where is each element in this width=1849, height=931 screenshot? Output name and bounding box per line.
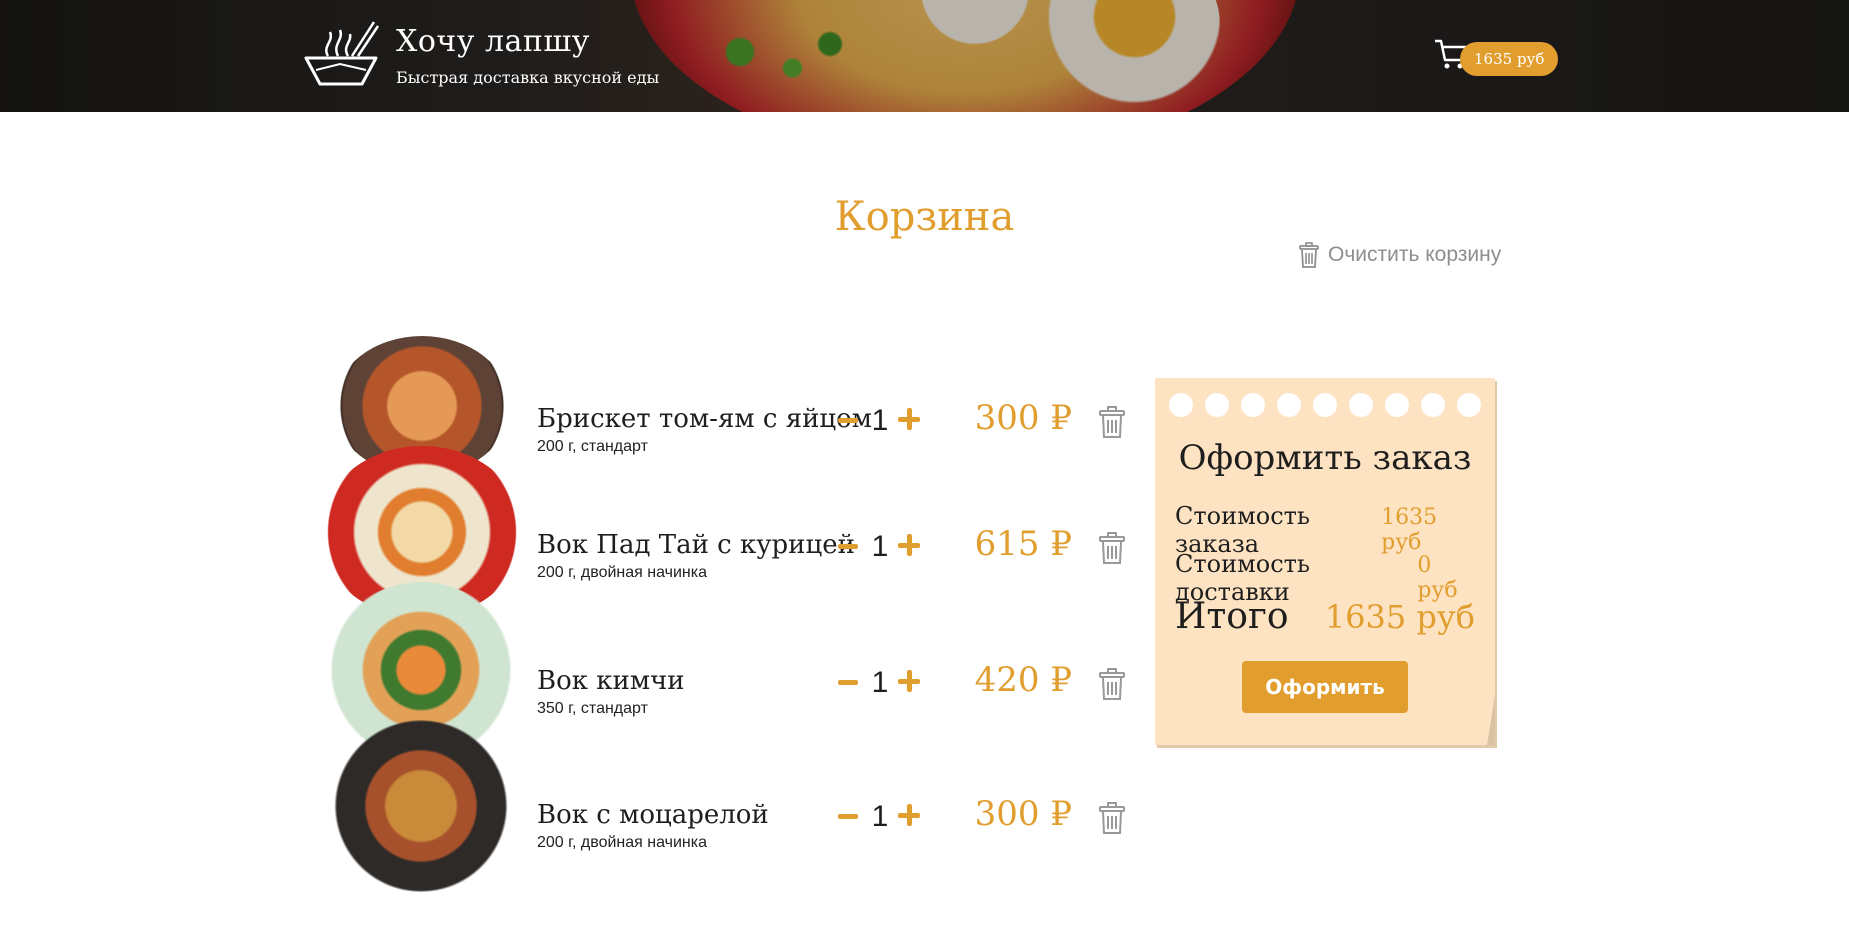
clear-cart-button[interactable]: Очистить корзину <box>1298 242 1501 268</box>
decrease-quantity-button[interactable] <box>838 544 858 549</box>
trash-icon[interactable] <box>1098 406 1126 438</box>
dish-photo <box>332 720 510 892</box>
order-cost-value: 1635 руб <box>1381 505 1438 555</box>
trash-icon[interactable] <box>1098 802 1126 834</box>
item-description: 200 г, двойная начинка <box>537 834 707 851</box>
item-quantity: 1 <box>871 530 889 563</box>
order-total-label: Итого <box>1175 596 1289 637</box>
brand-subtitle: Быстрая доставка вкусной еды <box>396 68 660 87</box>
trash-icon[interactable] <box>1098 532 1126 564</box>
trash-icon[interactable] <box>1098 668 1126 700</box>
item-name: Вок Пад Тай с курицей <box>537 530 855 560</box>
item-name: Вок с моцарелой <box>537 800 769 830</box>
cart-item: Вок Пад Тай с курицей 200 г, двойная нач… <box>320 446 1132 618</box>
increase-quantity-button[interactable] <box>898 408 920 430</box>
cart-item: Брискет том-ям с яйцом 200 г, стандарт 1… <box>322 336 1132 476</box>
order-total-row: Итого 1635 руб <box>1175 596 1475 637</box>
item-description: 200 г, стандарт <box>537 438 648 455</box>
checkout-button[interactable]: Оформить <box>1242 661 1408 713</box>
item-description: 200 г, двойная начинка <box>537 564 707 581</box>
increase-quantity-button[interactable] <box>898 534 920 556</box>
page-title: Корзина <box>834 194 1015 240</box>
item-quantity: 1 <box>871 666 889 699</box>
item-price: 300 ₽ <box>974 794 1072 834</box>
item-price: 420 ₽ <box>974 660 1072 700</box>
item-price: 300 ₽ <box>974 398 1072 438</box>
item-quantity: 1 <box>871 800 889 833</box>
noodle-bowl-icon[interactable] <box>302 20 380 88</box>
item-quantity: 1 <box>871 404 889 437</box>
increase-quantity-button[interactable] <box>898 804 920 826</box>
decrease-quantity-button[interactable] <box>838 814 858 819</box>
order-title: Оформить заказ <box>1178 438 1472 478</box>
cart-total-badge[interactable]: 1635 руб <box>1460 42 1559 76</box>
cart-item: Вок с моцарелой 200 г, двойная начинка 1… <box>322 720 1132 892</box>
brand-title[interactable]: Хочу лапшу <box>396 24 590 59</box>
trash-icon <box>1299 242 1319 268</box>
item-name: Брискет том-ям с яйцом <box>537 404 873 434</box>
item-description: 350 г, стандарт <box>537 700 648 717</box>
decrease-quantity-button[interactable] <box>838 418 858 423</box>
decrease-quantity-button[interactable] <box>838 680 858 685</box>
clear-cart-label[interactable]: Очистить корзину <box>1328 243 1501 267</box>
order-total-value: 1635 руб <box>1324 598 1475 636</box>
item-name: Вок кимчи <box>537 666 685 696</box>
order-summary-card: Оформить заказ Стоимость заказа 1635 руб… <box>1155 378 1495 745</box>
notepad-holes <box>1169 393 1481 417</box>
cart-item: Вок кимчи 350 г, стандарт 1 420 ₽ <box>322 582 1132 758</box>
header-banner: Хочу лапшу Быстрая доставка вкусной еды … <box>0 0 1849 112</box>
item-price: 615 ₽ <box>974 524 1072 564</box>
increase-quantity-button[interactable] <box>898 670 920 692</box>
